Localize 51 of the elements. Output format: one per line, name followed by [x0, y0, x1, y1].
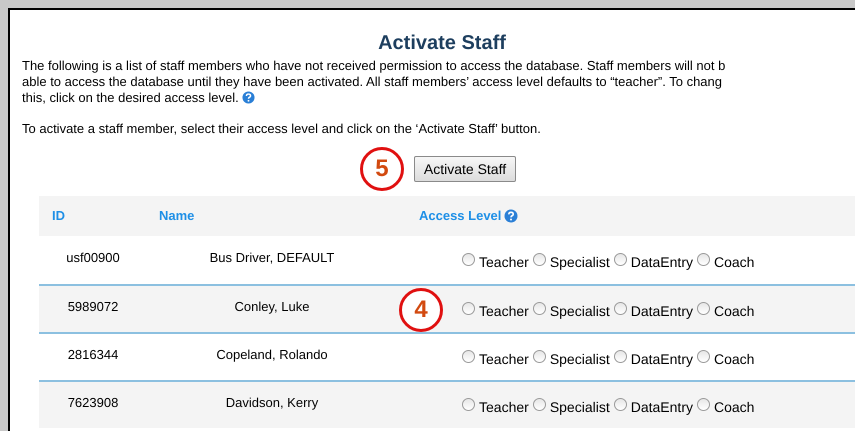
radio-button[interactable]	[532, 398, 546, 410]
table-cell: Davidson, Kerry	[226, 395, 318, 410]
radio-label[interactable]: Coach	[714, 348, 754, 370]
table-cell: Copeland, Rolando	[216, 347, 328, 362]
radio-button[interactable]	[532, 350, 546, 362]
radio-button[interactable]	[614, 398, 627, 410]
table-cell: 5989072	[68, 299, 118, 314]
radio-label[interactable]: DataEntry	[630, 300, 693, 322]
intro-paragraph: The following is a list of staff members who have not received permission to access the database. Staff members will not b able to access the database until they have been activated. All staff members’ access level defaults to “teacher”. To chang this, click on the desired access level.	[22, 58, 726, 106]
table-cell: Bus Driver, DEFAULT	[210, 250, 334, 266]
radio-label[interactable]: Specialist	[550, 396, 610, 418]
radio-button[interactable]	[532, 252, 546, 266]
radio-button[interactable]	[696, 252, 710, 266]
help-icon	[242, 91, 256, 104]
table-cell: Conley, Luke	[234, 299, 310, 314]
radio-button[interactable]	[462, 252, 475, 266]
radio-label[interactable]: Coach	[714, 300, 754, 322]
callout-badge: 5	[360, 147, 404, 191]
radio-label[interactable]: Teacher	[479, 300, 529, 322]
radio-label[interactable]: Specialist	[550, 252, 610, 272]
radio-button[interactable]	[614, 252, 627, 266]
radio-button[interactable]	[614, 302, 627, 314]
activate-staff-button[interactable]: Activate Staff	[414, 156, 516, 182]
radio-label[interactable]: Teacher	[479, 396, 529, 418]
radio-label[interactable]: Teacher	[479, 348, 529, 370]
radio-button[interactable]	[696, 350, 710, 362]
instruction-text: To activate a staff member, select their access level and click on the ‘Activate Staff’ button.	[22, 121, 542, 137]
help-icon	[504, 209, 518, 223]
radio-button[interactable]	[462, 398, 475, 410]
column-header: ID	[52, 207, 65, 226]
radio-button[interactable]	[462, 350, 475, 362]
radio-label[interactable]: Coach	[714, 252, 754, 272]
radio-button[interactable]	[696, 302, 710, 314]
radio-label[interactable]: DataEntry	[630, 252, 693, 272]
radio-label[interactable]: Specialist	[550, 300, 610, 322]
callout-badge: 4	[399, 288, 443, 332]
radio-button[interactable]	[462, 302, 475, 314]
page-title: Activate Staff	[377, 31, 507, 56]
column-header: Access Level	[419, 207, 502, 226]
radio-label[interactable]: DataEntry	[630, 348, 693, 370]
radio-button[interactable]	[696, 398, 710, 410]
radio-label[interactable]: Coach	[714, 396, 754, 418]
radio-label[interactable]: Specialist	[550, 348, 610, 370]
radio-button[interactable]	[614, 350, 627, 362]
table-cell: usf00900	[66, 250, 120, 266]
radio-label[interactable]: Teacher	[479, 252, 529, 272]
table-cell: 2816344	[68, 347, 118, 362]
radio-label[interactable]: DataEntry	[630, 396, 693, 418]
table-cell: 7623908	[68, 395, 118, 410]
column-header: Name	[159, 207, 194, 226]
radio-button[interactable]	[532, 302, 546, 314]
